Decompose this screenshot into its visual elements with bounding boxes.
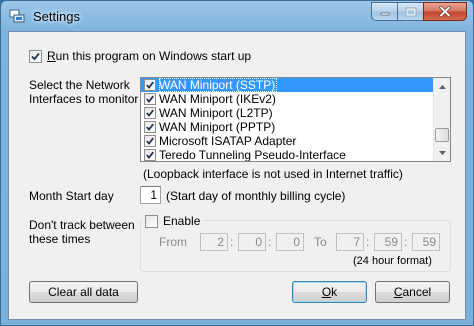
from-hour-input[interactable]: 2: [200, 233, 228, 251]
startup-label: Run this program on Windows start up: [47, 49, 252, 63]
list-item[interactable]: Teredo Tunneling Pseudo-Interface: [141, 148, 450, 162]
close-button[interactable]: [423, 2, 467, 21]
enable-checkbox[interactable]: Enable: [142, 214, 204, 228]
maximize-icon: [405, 7, 416, 16]
to-minute-input[interactable]: 59: [374, 233, 402, 251]
month-start-day-input[interactable]: 1: [140, 186, 161, 204]
list-item[interactable]: WAN Miniport (IKEv2): [141, 92, 450, 106]
time-separator: :: [230, 235, 234, 249]
month-start-label: Month Start day: [29, 189, 114, 203]
checkmark-icon: [146, 109, 154, 117]
checkmark-icon: [146, 137, 154, 145]
interface-label: WAN Miniport (PPTP): [159, 120, 276, 134]
interface-label: Microsoft ISATAP Adapter: [159, 134, 297, 148]
enable-check-box[interactable]: [145, 214, 158, 228]
to-second-input[interactable]: 59: [412, 233, 440, 251]
arrow-down-icon: [438, 150, 446, 155]
interface-checkbox[interactable]: [144, 149, 156, 161]
network-interfaces-list[interactable]: WAN Miniport (SSTP) WAN Miniport (IKEv2) W…: [140, 77, 451, 162]
startup-checkbox[interactable]: Run this program on Windows start up: [29, 49, 251, 63]
startup-check-box[interactable]: [29, 49, 42, 63]
interface-checkbox[interactable]: [144, 121, 156, 133]
interface-checkbox[interactable]: [144, 79, 156, 91]
close-icon: [439, 6, 451, 17]
cancel-button[interactable]: Cancel: [375, 281, 450, 303]
time-separator: :: [366, 235, 370, 249]
ok-button[interactable]: Ok: [292, 281, 367, 303]
interface-checkbox[interactable]: [144, 93, 156, 105]
checkmark-icon: [31, 52, 40, 60]
checkmark-icon: [146, 95, 154, 103]
from-label: From: [159, 235, 187, 249]
to-label: To: [314, 235, 327, 249]
scroll-down-arrow[interactable]: [434, 144, 450, 161]
scroll-up-arrow[interactable]: [434, 78, 450, 95]
interface-label: WAN Miniport (IKEv2): [159, 92, 276, 106]
maximize-button[interactable]: [397, 2, 424, 21]
checkmark-icon: [146, 81, 154, 89]
arrow-up-icon: [438, 84, 446, 89]
app-icon: [9, 8, 25, 24]
network-interfaces-label: Select the Network Interfaces to monitor: [29, 78, 139, 106]
interface-label: WAN Miniport (SSTP): [159, 78, 278, 92]
list-item[interactable]: WAN Miniport (PPTP): [141, 120, 450, 134]
minimize-icon: [380, 12, 389, 15]
time-format-note: (24 hour format): [353, 255, 432, 267]
list-item[interactable]: Microsoft ISATAP Adapter: [141, 134, 450, 148]
client-area: Run this program on Windows start up Sel…: [8, 31, 466, 320]
interface-label: WAN Miniport (L2TP): [159, 106, 273, 120]
settings-window: Settings Run this program on Windows sta…: [0, 0, 474, 326]
interface-label: Teredo Tunneling Pseudo-Interface: [159, 148, 346, 162]
time-separator: :: [404, 235, 408, 249]
scroll-thumb[interactable]: [435, 128, 449, 142]
dont-track-label: Don't track between these times: [29, 218, 135, 246]
interface-checkbox[interactable]: [144, 135, 156, 147]
checkmark-icon: [146, 151, 154, 159]
list-scrollbar[interactable]: [433, 78, 450, 161]
enable-label: Enable: [163, 214, 201, 228]
time-separator: :: [268, 235, 272, 249]
from-second-input[interactable]: 0: [276, 233, 304, 251]
to-hour-input[interactable]: 7: [336, 233, 364, 251]
from-minute-input[interactable]: 0: [238, 233, 266, 251]
list-item[interactable]: WAN Miniport (SSTP): [141, 78, 450, 92]
loopback-note: (Loopback interface is not used in Inter…: [143, 167, 403, 181]
interface-checkbox[interactable]: [144, 107, 156, 119]
title-bar[interactable]: Settings: [1, 1, 473, 31]
month-start-hint: (Start day of monthly billing cycle): [166, 189, 346, 203]
minimize-button[interactable]: [371, 2, 398, 21]
clear-all-data-button[interactable]: Clear all data: [29, 281, 138, 303]
window-title: Settings: [33, 9, 80, 24]
checkmark-icon: [146, 123, 154, 131]
list-item[interactable]: WAN Miniport (L2TP): [141, 106, 450, 120]
